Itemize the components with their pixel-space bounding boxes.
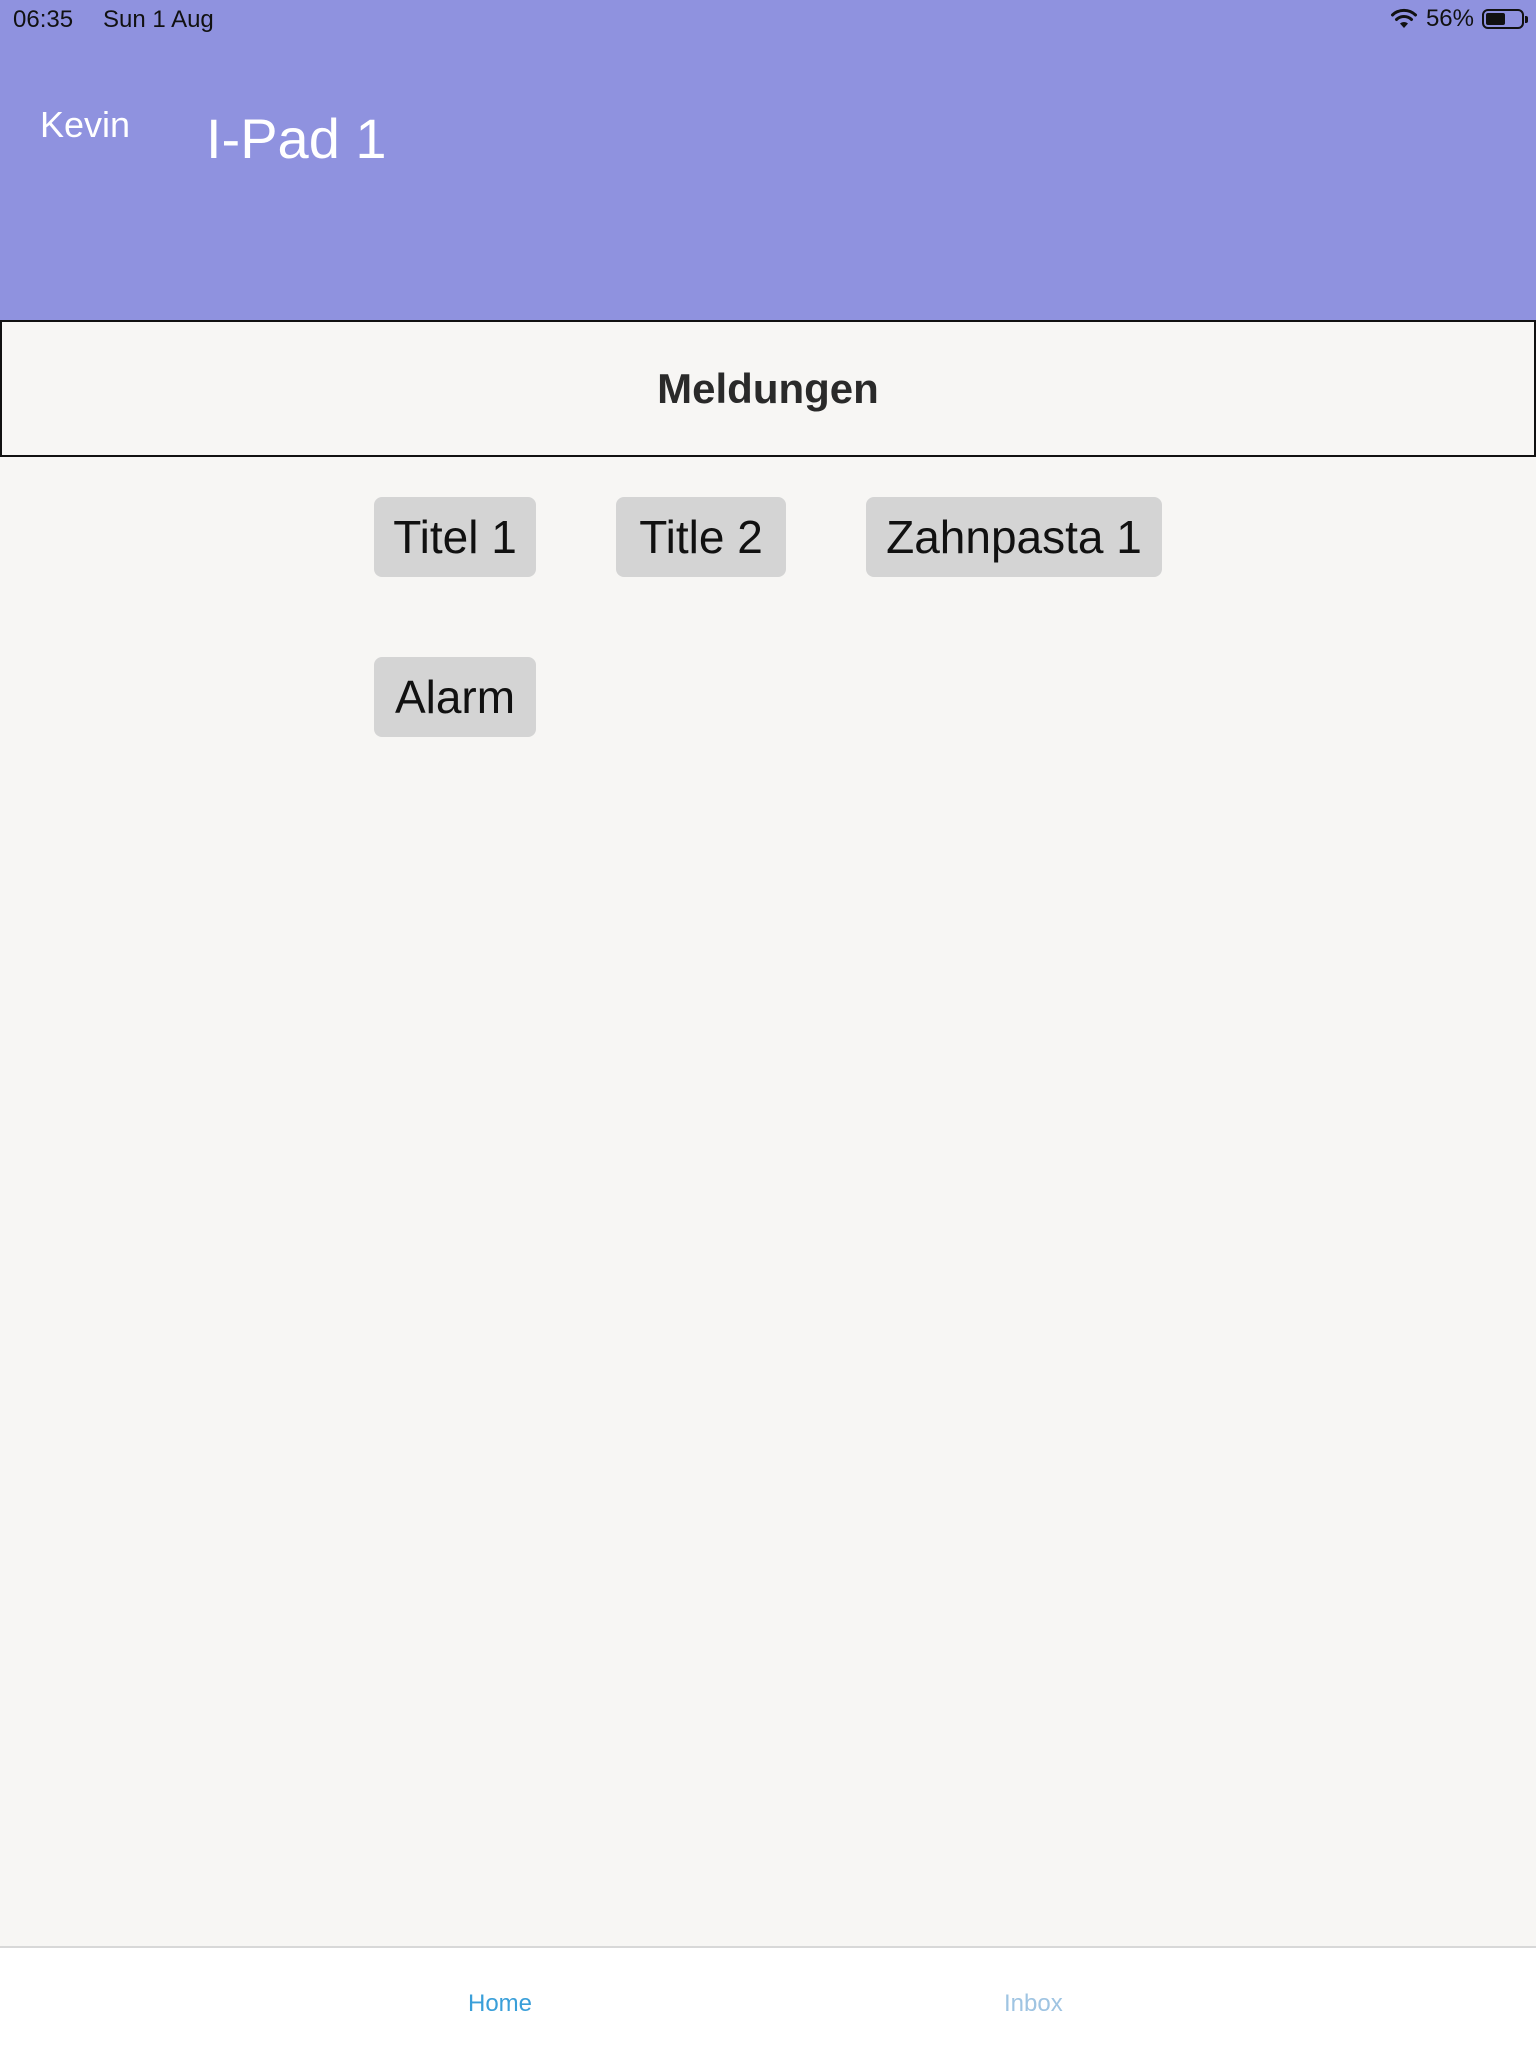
tab-home[interactable]: Home: [468, 1990, 532, 2018]
tab-bar: Home Inbox: [0, 1946, 1536, 2048]
app-header: 06:35 Sun 1 Aug 56% Kevin I-Pad 1: [0, 0, 1536, 320]
battery-icon: [1482, 9, 1528, 29]
wifi-icon: [1390, 8, 1417, 28]
message-button-alarm[interactable]: Alarm: [374, 657, 536, 737]
section-title: Meldungen: [657, 364, 879, 412]
status-indicators: 56%: [1390, 5, 1528, 33]
message-button-title-2[interactable]: Title 2: [616, 497, 786, 577]
message-button-zahnpasta-1[interactable]: Zahnpasta 1: [866, 497, 1162, 577]
battery-percent: 56%: [1425, 5, 1474, 32]
message-button-titel-1[interactable]: Titel 1: [374, 497, 536, 577]
user-name[interactable]: Kevin: [40, 104, 130, 146]
status-date: Sun 1 Aug: [103, 6, 214, 33]
section-header: Meldungen: [0, 320, 1536, 457]
battery-level-fill: [1486, 13, 1505, 25]
tab-inbox[interactable]: Inbox: [1004, 1990, 1063, 2018]
status-time: 06:35: [13, 6, 74, 33]
page-title: I-Pad 1: [206, 107, 387, 170]
